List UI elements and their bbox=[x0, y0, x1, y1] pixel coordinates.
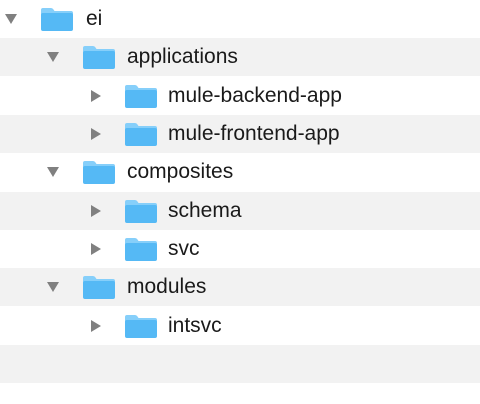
folder-icon bbox=[41, 8, 73, 31]
disclosure-collapsed-icon[interactable] bbox=[89, 127, 103, 141]
tree-item-label: composites bbox=[127, 160, 234, 183]
empty-row bbox=[0, 345, 480, 383]
file-tree: ei applications mule-backend-app mule-fr… bbox=[0, 0, 480, 404]
tree-row-modules[interactable]: modules bbox=[0, 268, 480, 306]
tree-row-svc[interactable]: svc bbox=[0, 230, 480, 268]
folder-icon bbox=[125, 238, 157, 261]
tree-item-label: applications bbox=[127, 45, 238, 68]
tree-row-schema[interactable]: schema bbox=[0, 192, 480, 230]
empty-row bbox=[0, 383, 480, 404]
disclosure-expanded-icon[interactable] bbox=[46, 50, 60, 64]
tree-item-label: mule-backend-app bbox=[168, 84, 342, 107]
tree-item-label: svc bbox=[168, 237, 200, 260]
tree-row-intsvc[interactable]: intsvc bbox=[0, 307, 480, 345]
tree-item-label: modules bbox=[127, 275, 207, 298]
tree-row-mule-backend-app[interactable]: mule-backend-app bbox=[0, 77, 480, 115]
disclosure-expanded-icon[interactable] bbox=[46, 280, 60, 294]
disclosure-expanded-icon[interactable] bbox=[46, 165, 60, 179]
folder-icon bbox=[125, 315, 157, 338]
tree-row-composites[interactable]: composites bbox=[0, 153, 480, 191]
folder-icon bbox=[83, 276, 115, 299]
disclosure-expanded-icon[interactable] bbox=[4, 12, 18, 26]
tree-item-label: intsvc bbox=[168, 314, 222, 337]
tree-item-label: schema bbox=[168, 199, 242, 222]
folder-icon bbox=[83, 46, 115, 69]
tree-row-applications[interactable]: applications bbox=[0, 38, 480, 76]
disclosure-collapsed-icon[interactable] bbox=[89, 319, 103, 333]
tree-item-label: ei bbox=[86, 7, 103, 30]
folder-icon bbox=[125, 123, 157, 146]
folder-icon bbox=[125, 200, 157, 223]
disclosure-collapsed-icon[interactable] bbox=[89, 242, 103, 256]
folder-icon bbox=[125, 85, 157, 108]
disclosure-collapsed-icon[interactable] bbox=[89, 89, 103, 103]
tree-item-label: mule-frontend-app bbox=[168, 122, 340, 145]
folder-icon bbox=[83, 161, 115, 184]
tree-row-mule-frontend-app[interactable]: mule-frontend-app bbox=[0, 115, 480, 153]
disclosure-collapsed-icon[interactable] bbox=[89, 204, 103, 218]
tree-row-ei[interactable]: ei bbox=[0, 0, 480, 38]
